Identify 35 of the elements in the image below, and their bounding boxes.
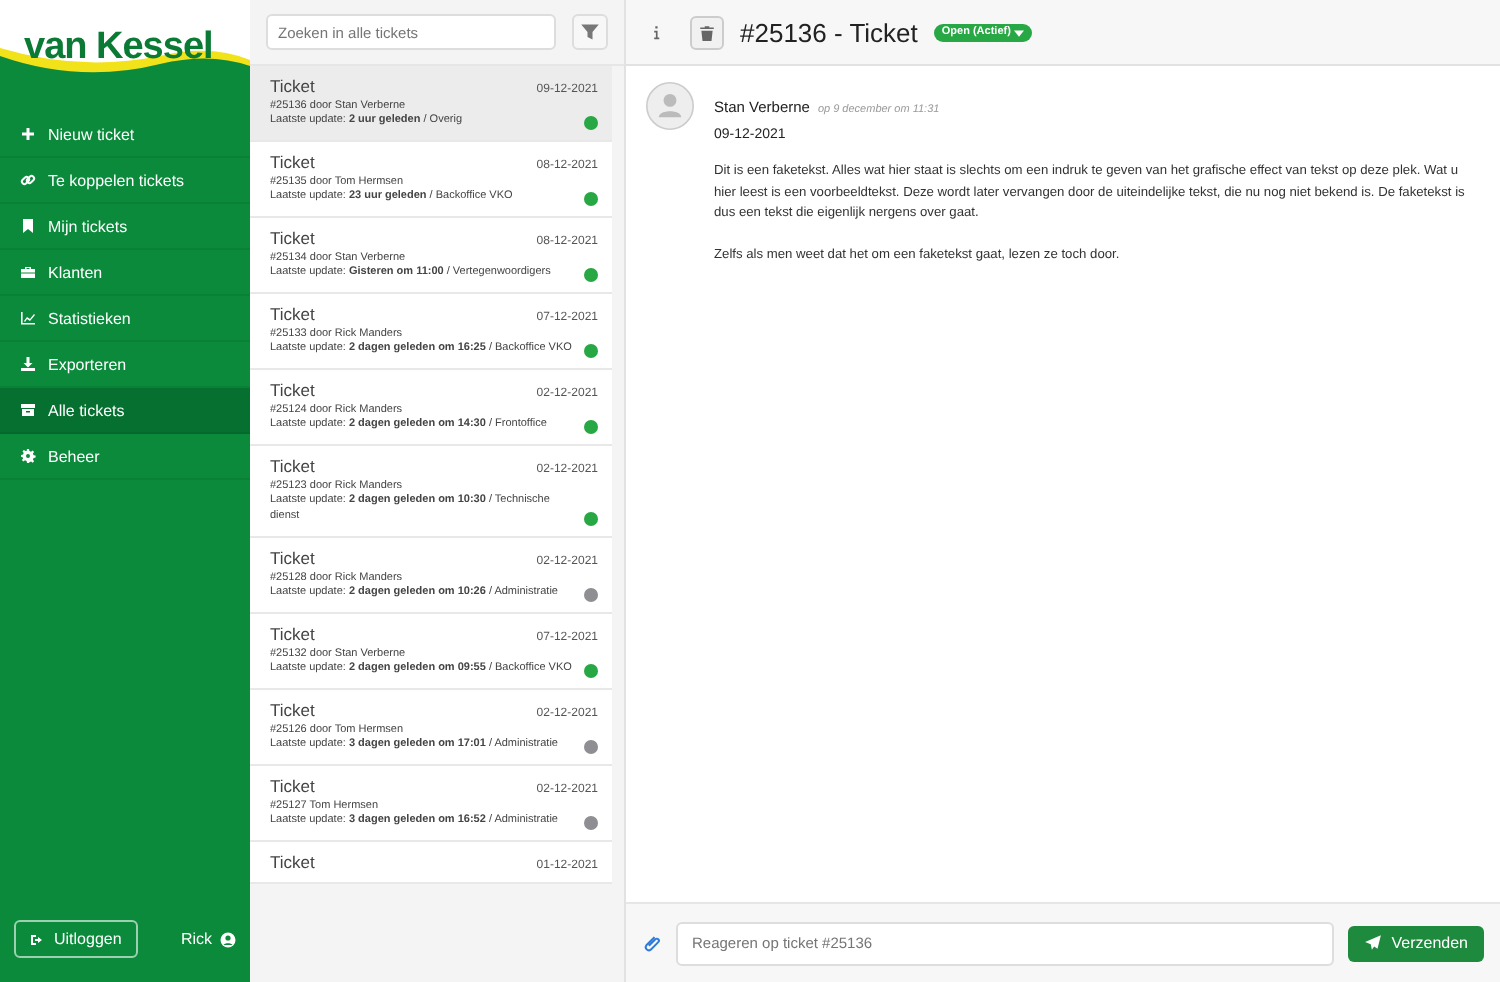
ticket-title: Ticket [270, 547, 315, 568]
trash-icon [698, 23, 716, 41]
ticket-title: Ticket [270, 76, 315, 96]
archive-icon [20, 402, 36, 418]
ticket-title: Ticket [270, 379, 315, 400]
ticket-title: Ticket [270, 455, 315, 476]
filter-icon [580, 22, 600, 42]
download-icon [20, 356, 36, 372]
filter-button[interactable] [572, 14, 608, 50]
link-icon [20, 172, 36, 188]
ticket-title: Ticket [270, 227, 315, 248]
ticket-title: Ticket [270, 775, 315, 796]
user-name[interactable]: Rick [180, 930, 212, 948]
caret-icon [1014, 27, 1025, 37]
delete-button[interactable] [690, 15, 724, 49]
bookmark-icon [20, 218, 36, 234]
ticket-title: Ticket [270, 699, 315, 720]
ticket-title: Ticket [270, 851, 315, 872]
plus-icon [20, 126, 36, 142]
ticket-heading: #25136 - Ticket [740, 17, 918, 47]
user-icon [220, 931, 236, 947]
paperclip-icon[interactable] [642, 933, 662, 953]
sign-out-icon [30, 931, 46, 947]
nav-item[interactable]: Alle tickets [0, 388, 250, 434]
avatar-icon [646, 82, 694, 130]
ticket-title: Ticket [270, 623, 315, 644]
gear-icon [20, 448, 36, 464]
ticket-title: Ticket [270, 151, 315, 172]
briefcase-icon [20, 264, 36, 280]
logo-text: van Kessel [24, 28, 213, 66]
send-button[interactable]: Verzenden [1347, 925, 1484, 961]
ticket-title: Ticket [270, 303, 315, 324]
paper-plane-icon [1363, 934, 1382, 952]
logout-button[interactable]: Uitloggen [14, 920, 138, 958]
chart-icon [20, 310, 36, 326]
